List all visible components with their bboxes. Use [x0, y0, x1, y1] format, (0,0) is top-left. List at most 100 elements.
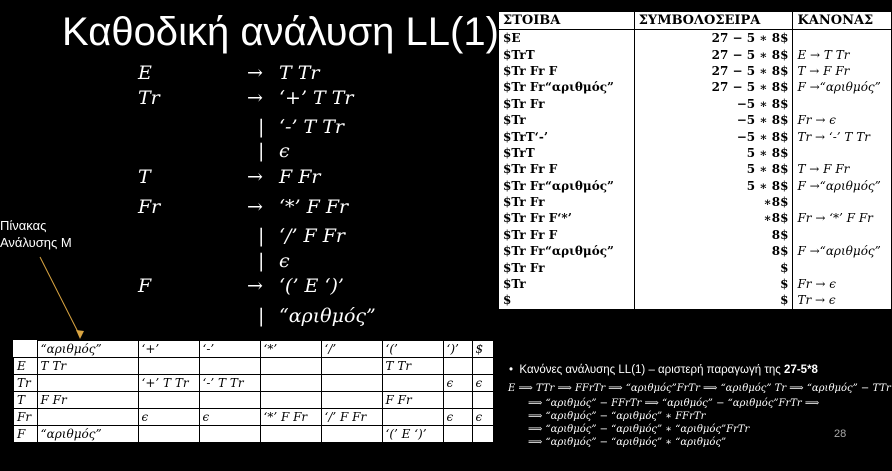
trace-cell [792, 29, 892, 47]
trace-cell: 5 ∗ 8$ [633, 177, 794, 194]
parse-table-cell [442, 425, 473, 443]
parse-table-header-cell [14, 341, 38, 358]
parse-table-cell: T [13, 391, 38, 409]
parse-table-cell [36, 374, 139, 392]
parse-table-cell [471, 425, 494, 443]
derivation-line: ⟹ “αριθμός” − “αριθμός” ∗ FFrTr [528, 411, 706, 422]
parse-table-row: Tr ‘+’ T Tr ‘-’ T Tr ϵ ϵ [13, 374, 494, 392]
trace-cell: $E [498, 29, 635, 47]
trace-cell: $Tr Fr F [498, 161, 635, 178]
trace-row: $Tr Fr“αριθμός” 5 ∗ 8$ F →“αριθμός” [498, 177, 892, 194]
trace-cell: Tr → ‘-’ T Tr [792, 128, 892, 145]
bullet-line: • Κανόνες ανάλυσης LL(1) – αριστερή παρα… [509, 364, 818, 376]
trace-cell: $TrT [498, 46, 635, 63]
parse-table-cell [442, 391, 473, 409]
parse-table-cell: ϵ [442, 374, 473, 392]
bullet-text: Κανόνες ανάλυσης LL(1) – αριστερή παραγω… [519, 364, 785, 376]
parse-table-header-cell: ‘*’ [259, 340, 322, 358]
parse-table-row: Fr ϵ ϵ ‘*’ F Fr ‘/’ F Fr ϵ ϵ [13, 408, 494, 426]
trace-cell: 8$ [633, 243, 794, 260]
trace-row: $Tr Fr F 8$ [498, 226, 892, 244]
parse-table-cell [471, 391, 494, 409]
parse-table-cell [198, 425, 261, 443]
parse-table-cell [381, 408, 444, 426]
derivation-line: ⟹ “αριθμός” − “αριθμός” ∗ “αριθμός”FrTr [528, 424, 750, 435]
trace-row: $Tr Fr $ [498, 259, 892, 276]
trace-cell: $ [633, 259, 794, 276]
trace-cell: 8$ [633, 226, 794, 244]
trace-row: $Tr Fr“αριθμός” 8$ F →“αριθμός” [498, 243, 892, 260]
parse-table-row: TF Fr F Fr [13, 391, 494, 409]
parse-table-cell: Fr [13, 408, 38, 426]
trace-row: $Tr $ Fr → ϵ [498, 275, 892, 293]
derivation-line: ⟹ “αριθμός” − “αριθμός” ∗ “αριθμός” [528, 437, 727, 448]
trace-cell: $Tr Fr [498, 259, 635, 276]
trace-row: $E 27 − 5 ∗ 8$ [498, 29, 892, 47]
derivation-line: ⟹ “αριθμός” − FFrTr ⟹ “αριθμός” − “αριθμ… [528, 398, 820, 409]
parse-table-cell [320, 374, 383, 392]
parse-table-header-cell: ‘/’ [320, 340, 383, 358]
trace-row: $Tr Fr F 27 − 5 ∗ 8$ T → F Fr [498, 62, 892, 80]
parse-table-cell [137, 425, 200, 443]
trace-cell: F →“αριθμός” [792, 243, 892, 260]
trace-cell: 27 − 5 ∗ 8$ [633, 79, 794, 96]
parse-table-cell: ‘/’ F Fr [320, 408, 383, 426]
parse-table-cell: F [13, 425, 38, 443]
trace-cell [792, 226, 892, 244]
trace-cell: 27 − 5 ∗ 8$ [633, 29, 794, 47]
trace-row: $Tr Fr −5 ∗ 8$ [498, 95, 892, 112]
trace-cell: T → F Fr [792, 161, 892, 178]
trace-cell: $Tr Fr [498, 95, 635, 112]
parse-table-cell [442, 357, 473, 375]
parse-table-cell: ‘+’ T Tr [137, 374, 200, 392]
parse-table-cell [381, 374, 444, 392]
parse-table-cell [320, 391, 383, 409]
trace-cell: T → F Fr [792, 62, 892, 80]
parse-table-cell: ‘*’ F Fr [259, 408, 322, 426]
trace-row: $TrT 27 − 5 ∗ 8$ E → T Tr [498, 46, 892, 63]
trace-cell: $Tr [498, 111, 635, 129]
trace-cell: $ [633, 292, 794, 309]
parse-table-cell: ϵ [198, 408, 261, 426]
parse-table-cell: ϵ [442, 408, 473, 426]
trace-cell: $Tr Fr“αριθμός” [498, 79, 635, 96]
parse-table-cell [137, 357, 200, 375]
trace-row: $Tr −5 ∗ 8$ Fr → ϵ [498, 111, 892, 129]
trace-cell: 5 ∗ 8$ [633, 144, 794, 162]
parse-table-cell: ‘-’ T Tr [198, 374, 261, 392]
parse-table-cell: ‘(’ E ‘)’ [381, 425, 444, 443]
parse-table-header-cell: “αριθμός” [36, 340, 139, 358]
parse-table-cell [259, 374, 322, 392]
trace-row: $TrT 5 ∗ 8$ [498, 144, 892, 162]
trace-cell: $Tr Fr“αριθμός” [498, 243, 635, 260]
trace-cell: $Tr Fr [498, 193, 635, 211]
parse-table-cell: Tr [13, 374, 38, 392]
trace-cell: Tr → ϵ [792, 292, 892, 309]
parse-table-cell: ϵ [471, 408, 494, 426]
parse-table-cell: ϵ [137, 408, 200, 426]
trace-cell: F →“αριθμός” [792, 177, 892, 194]
parse-table-cell [320, 357, 383, 375]
trace-row: $Tr Fr“αριθμός” 27 − 5 ∗ 8$ F →“αριθμός” [498, 79, 892, 96]
parse-table-cell [36, 408, 139, 426]
parse-table-header-cell: ‘-’ [198, 340, 261, 358]
trace-row: $Tr Fr F5 ∗ 8$ T → F Fr [498, 161, 892, 178]
parse-table-cell [198, 391, 261, 409]
trace-row: $Tr Fr ∗8$ [498, 193, 892, 211]
trace-row: $Tr Fr F‘*’ ∗8$ Fr → ‘*’ F Fr [498, 210, 892, 227]
trace-row: $ $ Tr → ϵ [498, 292, 892, 309]
parse-table-cell [259, 391, 322, 409]
parse-table: “αριθμός” ‘+’ ‘-’ ‘*’ ‘/’ ‘(’ ‘)’ $ E T Tr T Tr Tr ‘… [13, 340, 494, 443]
parse-table-cell: F Fr [381, 391, 444, 409]
trace-header-cell: ΣΥΜΒΟΛΟΣΕΙΡΑ [633, 12, 794, 30]
trace-row: $TrT‘-’ −5 ∗ 8$ Tr → ‘-’ T Tr [498, 128, 892, 145]
trace-cell [792, 259, 892, 276]
parse-table-cell: T Tr [381, 357, 444, 375]
trace-cell: −5 ∗ 8$ [633, 95, 794, 112]
trace-cell [792, 144, 892, 162]
parse-table-cell [259, 425, 322, 443]
parse-table-cell [137, 391, 200, 409]
trace-cell: $TrT [498, 144, 635, 162]
parse-table-header-cell: ‘)’ [442, 340, 473, 358]
parse-table-cell [320, 425, 383, 443]
